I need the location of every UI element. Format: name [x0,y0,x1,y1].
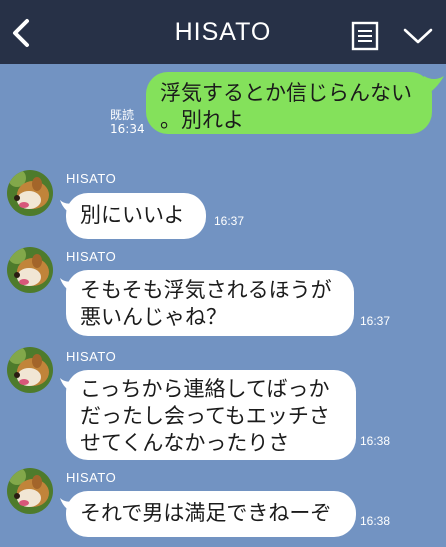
message-text-line: こっちから連絡してばっか [80,377,330,401]
outgoing-message-bubble[interactable]: 浮気するとか信じらんない 。別れよ [146,72,432,134]
sender-name: HISATO [66,249,117,264]
incoming-message-bubble[interactable]: それで男は満足できねーぞ [66,491,356,537]
message-text-line: だったし会ってもエッチさ [80,404,330,428]
sender-avatar[interactable] [7,170,53,216]
notes-button[interactable] [350,20,380,52]
back-button[interactable] [8,16,36,50]
message-time: 16:37 [360,314,391,328]
sender-name: HISATO [66,171,117,186]
message-text-line: せてくんなかったりさ [80,431,290,455]
message-text-line: それで男は満足できねーぞ [80,501,332,525]
message-text-line: 。別れよ [160,108,244,132]
message-text-line: 悪いんじゃね？ [80,305,227,329]
sender-avatar[interactable] [7,347,53,393]
message-text-line: 浮気するとか信じらんない [160,81,412,105]
message-time: 16:38 [360,514,391,528]
incoming-message-bubble[interactable]: こっちから連絡してばっか だったし会ってもエッチさ せてくんなかったりさ [66,370,356,460]
message-text-line: そもそも浮気されるほうが [80,278,332,302]
dog-avatar [7,468,53,514]
sender-name: HISATO [66,470,117,485]
message-time: 16:38 [360,434,391,448]
notes-icon [351,21,379,51]
incoming-message-bubble[interactable]: そもそも浮気されるほうが 悪いんじゃね？ [66,270,354,336]
dog-avatar [7,347,53,393]
back-arrow-icon [13,19,29,47]
sender-avatar[interactable] [7,468,53,514]
read-receipt: 既読 [110,108,135,122]
chat-area[interactable]: 既読 16:34 浮気するとか信じらんない 。別れよ HISATO 別にいいよ … [0,64,446,547]
chat-header: HISATO [0,0,446,64]
chevron-down-icon [403,28,433,44]
message-time: 16:34 [110,122,145,136]
sender-avatar[interactable] [7,247,53,293]
menu-button[interactable] [400,24,436,48]
dog-avatar [7,247,53,293]
sender-name: HISATO [66,349,117,364]
dog-avatar [7,170,53,216]
message-time: 16:37 [214,214,245,228]
incoming-message-bubble[interactable]: 別にいいよ [66,193,206,239]
message-text-line: 別にいいよ [80,203,185,227]
